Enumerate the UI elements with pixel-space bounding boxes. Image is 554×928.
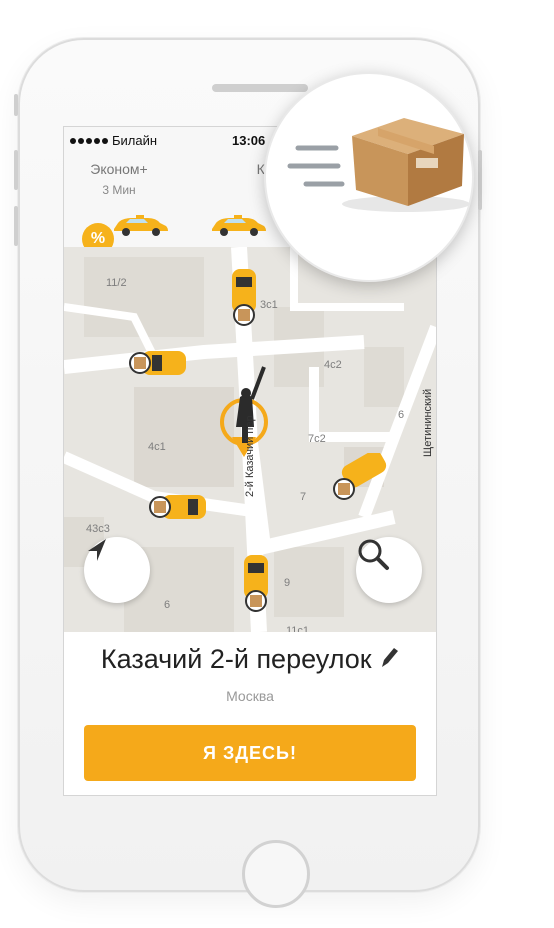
building-number: 7 xyxy=(300,491,307,503)
parcel-box-icon xyxy=(287,118,470,212)
carrier-label: Билайн xyxy=(112,133,158,148)
panel-notch xyxy=(240,714,260,724)
locate-me-button[interactable] xyxy=(84,537,150,603)
signal-icon xyxy=(70,137,108,144)
tariff-name: Эконом+ xyxy=(90,161,148,177)
taxi-with-parcel-icon xyxy=(149,495,206,519)
city-label: Москва xyxy=(226,688,274,704)
search-icon xyxy=(358,539,389,570)
taxi-with-parcel-icon xyxy=(129,351,186,375)
building-number: 11/2 xyxy=(106,277,127,289)
taxi-car-icon xyxy=(212,215,266,236)
tariff-economy-plus[interactable]: Эконом+ 3 Мин xyxy=(64,161,194,197)
volume-down-button xyxy=(14,206,18,246)
home-button[interactable] xyxy=(242,840,310,908)
volume-up-button xyxy=(14,150,18,190)
street-name: 2-й Казачий пер xyxy=(244,415,256,497)
taxi-with-parcel-icon xyxy=(244,555,268,612)
building-number: 6 xyxy=(164,599,171,611)
mute-switch xyxy=(14,94,18,116)
tariff-eta: 3 Мин xyxy=(102,183,136,197)
street-name: Щетининский пер. xyxy=(422,388,436,457)
building-number: 4c1 xyxy=(148,441,166,453)
taxi-with-parcel-icon xyxy=(232,269,256,326)
address-panel: Казачий 2-й переулок Москва Я ЗДЕСЬ! xyxy=(64,632,436,795)
pencil-icon[interactable] xyxy=(379,646,399,670)
building-number: 4c2 xyxy=(324,359,342,371)
address-line[interactable]: Казачий 2-й переулок xyxy=(64,644,436,675)
map-view[interactable]: 11/2 3c1 4c2 4c1 7c2 7 6 43c3 9 6 11c1 2… xyxy=(64,247,436,632)
building-number: 43c3 xyxy=(86,523,110,535)
building-number: 6 xyxy=(398,409,405,421)
building-number: 11c1 xyxy=(286,625,310,632)
taxi-with-parcel-icon xyxy=(333,453,387,500)
search-button[interactable] xyxy=(356,537,422,603)
power-button xyxy=(478,150,482,210)
clock: 13:06 xyxy=(232,133,266,148)
building-number: 7c2 xyxy=(308,433,326,445)
street-address: Казачий 2-й переулок xyxy=(100,644,372,674)
taxi-car-icon xyxy=(114,215,168,236)
building-number: 9 xyxy=(284,577,291,589)
parcel-delivery-callout xyxy=(264,72,474,282)
i-am-here-button[interactable]: Я ЗДЕСЬ! xyxy=(84,725,416,781)
navigation-arrow-icon xyxy=(88,539,106,561)
